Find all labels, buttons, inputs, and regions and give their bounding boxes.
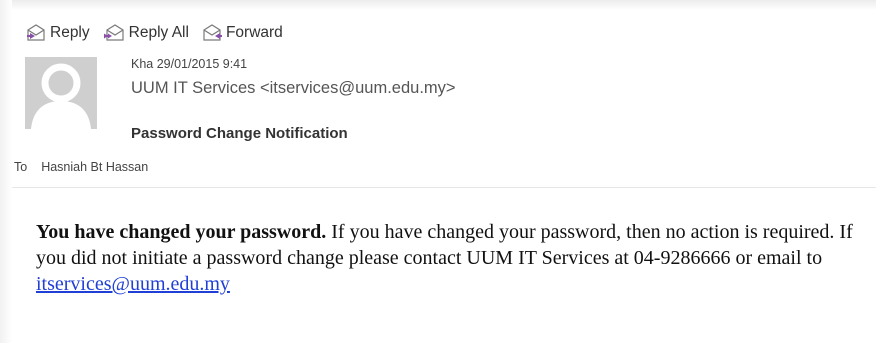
window-top-shadow xyxy=(0,0,876,10)
reply-icon xyxy=(27,24,45,41)
recipient-name[interactable]: Hasniah Bt Hassan xyxy=(41,160,148,174)
to-label: To xyxy=(14,160,28,174)
email-body: You have changed your password. If you h… xyxy=(36,219,870,297)
default-avatar-icon xyxy=(31,63,91,129)
email-link[interactable]: itservices@uum.edu.my xyxy=(36,273,230,295)
message-toolbar: Reply Reply All Forward xyxy=(26,22,296,44)
recipient-row: To Hasniah Bt Hassan xyxy=(14,160,148,174)
body-lead: You have changed your password. xyxy=(36,221,327,243)
header-divider xyxy=(12,187,876,188)
forward-button[interactable]: Forward xyxy=(202,23,283,43)
reply-label: Reply xyxy=(50,24,90,41)
sender-avatar xyxy=(25,57,97,129)
forward-label: Forward xyxy=(225,24,283,41)
forward-icon xyxy=(203,24,222,41)
reply-all-button[interactable]: Reply All xyxy=(103,23,189,43)
sender-address[interactable]: UUM IT Services <itservices@uum.edu.my> xyxy=(131,79,456,98)
window-left-shadow xyxy=(0,0,12,343)
reply-button[interactable]: Reply xyxy=(26,23,90,43)
email-reading-pane: Reply Reply All Forward Kha 29/01/2015 9… xyxy=(0,0,876,343)
reply-all-icon xyxy=(103,24,124,41)
reply-all-label: Reply All xyxy=(128,24,189,41)
email-subject: Password Change Notification xyxy=(131,125,348,142)
sent-date: Kha 29/01/2015 9:41 xyxy=(131,57,248,71)
